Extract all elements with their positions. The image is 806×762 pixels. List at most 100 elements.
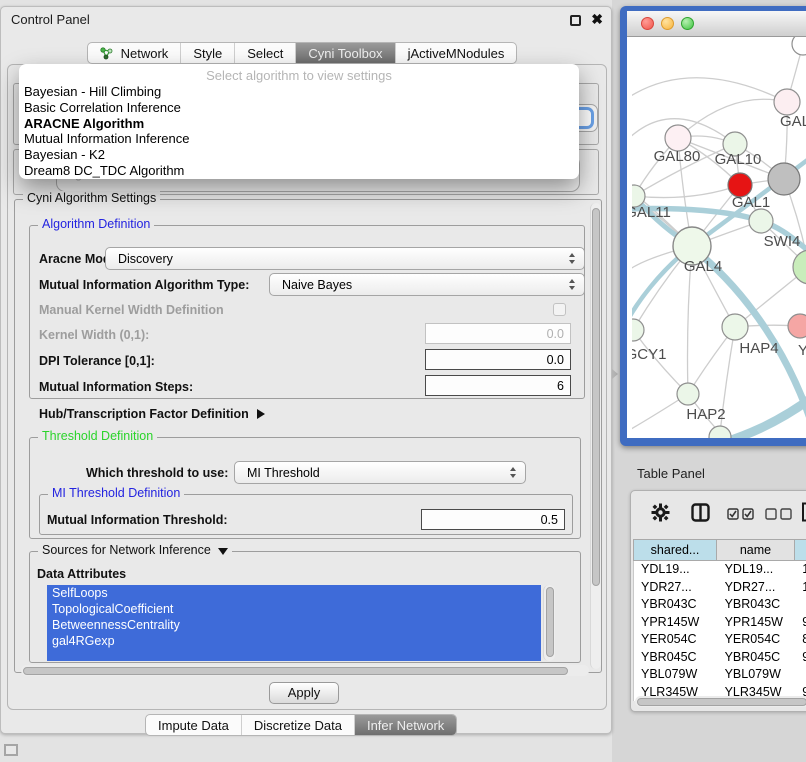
hub-definition-toggle[interactable]: Hub/Transcription Factor Definition	[39, 407, 265, 421]
panel-sash-icon[interactable]	[612, 369, 618, 379]
tab-network-label: Network	[121, 46, 169, 61]
cell: YDL19...	[718, 561, 796, 579]
table-row[interactable]: YPR145WYPR145W9.	[634, 614, 806, 632]
attributes-scrollbar-thumb[interactable]	[546, 587, 554, 657]
node-swi4[interactable]	[749, 209, 773, 233]
unchecked-boxes-icon[interactable]	[765, 507, 792, 525]
node-salmon[interactable]	[788, 314, 806, 338]
node-hap4[interactable]	[722, 314, 748, 340]
table-scrollbar-thumb[interactable]	[637, 698, 806, 706]
mi-threshold-input[interactable]	[421, 509, 565, 530]
mac-close-icon[interactable]	[641, 17, 654, 30]
dpi-tolerance-input[interactable]	[425, 349, 571, 370]
manual-kernel-width-checkbox[interactable]	[553, 303, 566, 316]
tab-jactivemnodules[interactable]: jActiveMNodules	[396, 43, 517, 63]
data-attributes-label: Data Attributes	[37, 567, 126, 581]
network-window-titlebar[interactable]	[627, 11, 806, 37]
which-threshold-value: MI Threshold	[247, 466, 320, 480]
list-item-partial[interactable]	[47, 649, 541, 661]
table-row[interactable]: YDR27...YDR27...12	[634, 579, 806, 597]
algorithm-dropdown-popup: Select algorithm to view settings Bayesi…	[19, 64, 579, 179]
node-hap2[interactable]	[677, 383, 699, 405]
column-header-name[interactable]: name	[717, 539, 795, 561]
algorithm-option[interactable]: Dream8 DC_TDC Algorithm	[19, 163, 579, 179]
cell	[795, 596, 806, 614]
which-threshold-label: Which threshold to use:	[86, 466, 228, 480]
apply-button[interactable]: Apply	[269, 682, 339, 704]
list-item[interactable]: gal4RGexp	[47, 633, 541, 649]
tab-infer-network[interactable]: Infer Network	[355, 715, 456, 735]
data-attributes-list[interactable]: SelfLoops TopologicalCoefficient Between…	[47, 585, 541, 661]
close-icon[interactable]: ✖	[591, 11, 603, 28]
horizontal-scrollbar-thumb[interactable]	[23, 667, 568, 675]
mac-minimize-icon[interactable]	[661, 17, 674, 30]
control-panel-title: Control Panel	[11, 12, 90, 27]
node-partial-bottom[interactable]	[709, 426, 731, 438]
cell: 9.	[795, 614, 806, 632]
mi-steps-input[interactable]	[425, 375, 571, 396]
table-row[interactable]: YER054CYER054C8.	[634, 631, 806, 649]
attributes-list-scrollbar[interactable]	[543, 585, 555, 661]
table-horizontal-scrollbar[interactable]	[635, 696, 806, 707]
tab-style[interactable]: Style	[181, 43, 235, 63]
node-gcy1[interactable]	[632, 319, 644, 341]
algorithm-definition-title: Algorithm Definition	[38, 217, 154, 231]
column-header-shared-name[interactable]: shared...	[633, 539, 717, 561]
cell: YBR045C	[634, 649, 718, 667]
algorithm-popup-prompt: Select algorithm to view settings	[19, 67, 579, 84]
network-graph: GAL GAL80 GAL10 GAL1 GAL11 SWI4 GAL4 GCY…	[632, 37, 806, 438]
node-label: GAL10	[715, 151, 762, 168]
table-row[interactable]: YBR043CYBR043C	[634, 596, 806, 614]
network-canvas[interactable]: GAL GAL80 GAL10 GAL1 GAL11 SWI4 GAL4 GCY…	[627, 37, 806, 438]
node-label: GAL	[780, 113, 806, 130]
tab-cyni-toolbox-label: Cyni Toolbox	[308, 46, 382, 61]
mac-zoom-icon[interactable]	[681, 17, 694, 30]
kernel-width-label: Kernel Width (0,1):	[39, 328, 149, 342]
kernel-width-input[interactable]	[425, 323, 571, 344]
control-panel-titlebar: Control Panel ✖	[1, 7, 611, 33]
algorithm-option-selected[interactable]: ARACNE Algorithm	[19, 116, 579, 132]
table-row[interactable]: YBL079WYBL079W	[634, 666, 806, 684]
tab-discretize-data[interactable]: Discretize Data	[242, 715, 355, 735]
split-panel-icon[interactable]	[691, 503, 710, 527]
float-icon[interactable]	[570, 15, 581, 26]
table-row[interactable]: YBR045CYBR045C9.	[634, 649, 806, 667]
cell: 8.	[795, 631, 806, 649]
table-row[interactable]: YDL19...YDL19...13	[634, 561, 806, 579]
table-body[interactable]: YDL19...YDL19...13 YDR27...YDR27...12 YB…	[633, 561, 806, 701]
cell: YER054C	[634, 631, 718, 649]
aracne-mode-combobox[interactable]: Discovery	[105, 247, 585, 270]
table-panel-title: Table Panel	[637, 466, 705, 481]
settings-vertical-scrollbar[interactable]	[590, 203, 601, 669]
settings-scrollbar-thumb[interactable]	[592, 208, 600, 586]
node-label: GAL4	[684, 258, 722, 275]
table-header-row: shared... name	[633, 539, 806, 561]
tab-impute-data[interactable]: Impute Data	[146, 715, 242, 735]
node-gal-partial[interactable]	[774, 89, 800, 115]
cell: YPR145W	[634, 614, 718, 632]
control-panel-window: Control Panel ✖ Network S	[0, 6, 612, 734]
column-header-partial[interactable]	[795, 539, 806, 561]
node-label: HAP2	[686, 406, 725, 423]
node-gray[interactable]	[768, 163, 800, 195]
tab-network[interactable]: Network	[88, 43, 181, 63]
which-threshold-combobox[interactable]: MI Threshold	[234, 461, 526, 484]
list-item[interactable]: BetweennessCentrality	[47, 617, 541, 633]
document-icon[interactable]	[801, 502, 806, 527]
checked-boxes-icon[interactable]	[727, 507, 754, 525]
algorithm-option[interactable]: Basic Correlation Inference	[19, 100, 579, 116]
tab-cyni-toolbox[interactable]: Cyni Toolbox	[296, 43, 395, 63]
node-partial-top[interactable]	[792, 37, 806, 55]
down-triangle-icon[interactable]	[218, 548, 228, 555]
algorithm-option[interactable]: Bayesian - Hill Climbing	[19, 84, 579, 100]
tab-select[interactable]: Select	[235, 43, 296, 63]
algorithm-option[interactable]: Mutual Information Inference	[19, 131, 579, 147]
float-panel-icon[interactable]	[4, 744, 18, 756]
list-item[interactable]: SelfLoops	[47, 585, 541, 601]
algorithm-option[interactable]: Bayesian - K2	[19, 147, 579, 163]
sources-title-label: Sources for Network Inference	[42, 543, 211, 557]
gear-icon[interactable]	[651, 503, 670, 527]
mi-algorithm-type-combobox[interactable]: Naive Bayes	[269, 273, 585, 296]
settings-horizontal-scrollbar[interactable]	[21, 665, 589, 676]
list-item[interactable]: TopologicalCoefficient	[47, 601, 541, 617]
